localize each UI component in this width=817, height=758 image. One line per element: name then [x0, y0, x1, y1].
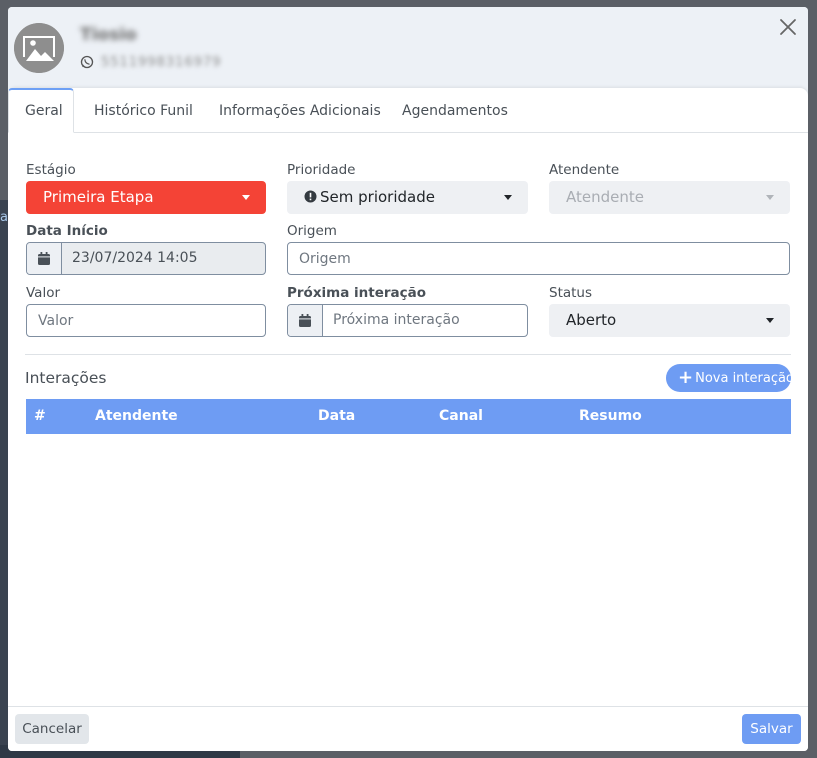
- image-placeholder-icon: [14, 23, 64, 73]
- stage-value: Primeira Etapa: [43, 188, 154, 206]
- tab-historico-funil[interactable]: Histórico Funil: [94, 88, 193, 132]
- stage-select[interactable]: Primeira Etapa: [26, 181, 266, 214]
- footer-divider: [8, 706, 808, 707]
- start-date-addon: [27, 243, 62, 274]
- column-header-summary: Resumo: [579, 408, 642, 424]
- tab-informacoes-adicionais[interactable]: Informações Adicionais: [219, 88, 381, 132]
- contact-name: Tiosio: [80, 25, 137, 45]
- deal-card: Geral Histórico Funil Informações Adicio…: [8, 88, 808, 751]
- chevron-down-icon: [242, 195, 250, 200]
- value-label: Valor: [26, 285, 61, 301]
- contact-phone: 5511998316979: [101, 55, 222, 70]
- exclamation-circle-icon: [304, 190, 317, 203]
- stage-label: Estágio: [26, 162, 76, 178]
- value-input[interactable]: [26, 304, 266, 337]
- save-button[interactable]: Salvar: [742, 714, 801, 744]
- next-interaction-placeholder: Próxima interação: [333, 312, 460, 328]
- attendant-select[interactable]: Atendente: [549, 181, 790, 214]
- start-date-value: 23/07/2024 14:05: [72, 250, 198, 266]
- column-header-number: #: [34, 408, 46, 424]
- avatar: [14, 23, 64, 73]
- chevron-down-icon: [766, 318, 774, 323]
- whatsapp-icon: [80, 55, 94, 69]
- section-divider: [25, 354, 791, 355]
- chevron-down-icon: [766, 195, 774, 200]
- status-label: Status: [549, 285, 593, 301]
- status-value: Aberto: [566, 311, 617, 329]
- priority-value: Sem prioridade: [320, 188, 435, 206]
- tab-bar: Geral Histórico Funil Informações Adicio…: [8, 88, 808, 133]
- priority-label: Prioridade: [287, 162, 356, 178]
- calendar-icon: [299, 314, 311, 327]
- next-interaction-field[interactable]: Próxima interação: [287, 304, 528, 337]
- tab-geral[interactable]: Geral: [8, 88, 74, 133]
- interactions-table-header: # Atendente Data Canal Resumo: [26, 399, 791, 434]
- origin-input[interactable]: [287, 242, 790, 275]
- next-interaction-label: Próxima interação: [287, 285, 427, 301]
- add-interaction-label: Nova interação: [695, 371, 794, 386]
- interactions-title: Interações: [25, 369, 107, 387]
- add-interaction-button[interactable]: + Nova interação: [666, 364, 794, 392]
- column-header-attendant: Atendente: [95, 408, 178, 424]
- column-header-channel: Canal: [439, 408, 483, 424]
- start-date-label: Data Início: [26, 223, 108, 239]
- chevron-down-icon: [504, 195, 512, 200]
- next-interaction-addon: [288, 305, 323, 336]
- column-header-date: Data: [318, 408, 356, 424]
- calendar-icon: [38, 252, 50, 265]
- start-date-field[interactable]: 23/07/2024 14:05: [26, 242, 266, 275]
- attendant-label: Atendente: [549, 162, 620, 178]
- attendant-placeholder: Atendente: [566, 188, 644, 206]
- cancel-button[interactable]: Cancelar: [15, 714, 89, 744]
- plus-icon: +: [678, 367, 694, 388]
- status-select[interactable]: Aberto: [549, 304, 790, 337]
- priority-select[interactable]: Sem prioridade: [287, 181, 528, 214]
- close-icon[interactable]: [778, 17, 798, 37]
- backdrop-text-fragment: a: [0, 210, 8, 225]
- origin-label: Origem: [287, 223, 337, 239]
- deal-modal: Tiosio 5511998316979 Geral Histórico Fun…: [8, 7, 808, 751]
- tab-agendamentos[interactable]: Agendamentos: [402, 88, 508, 132]
